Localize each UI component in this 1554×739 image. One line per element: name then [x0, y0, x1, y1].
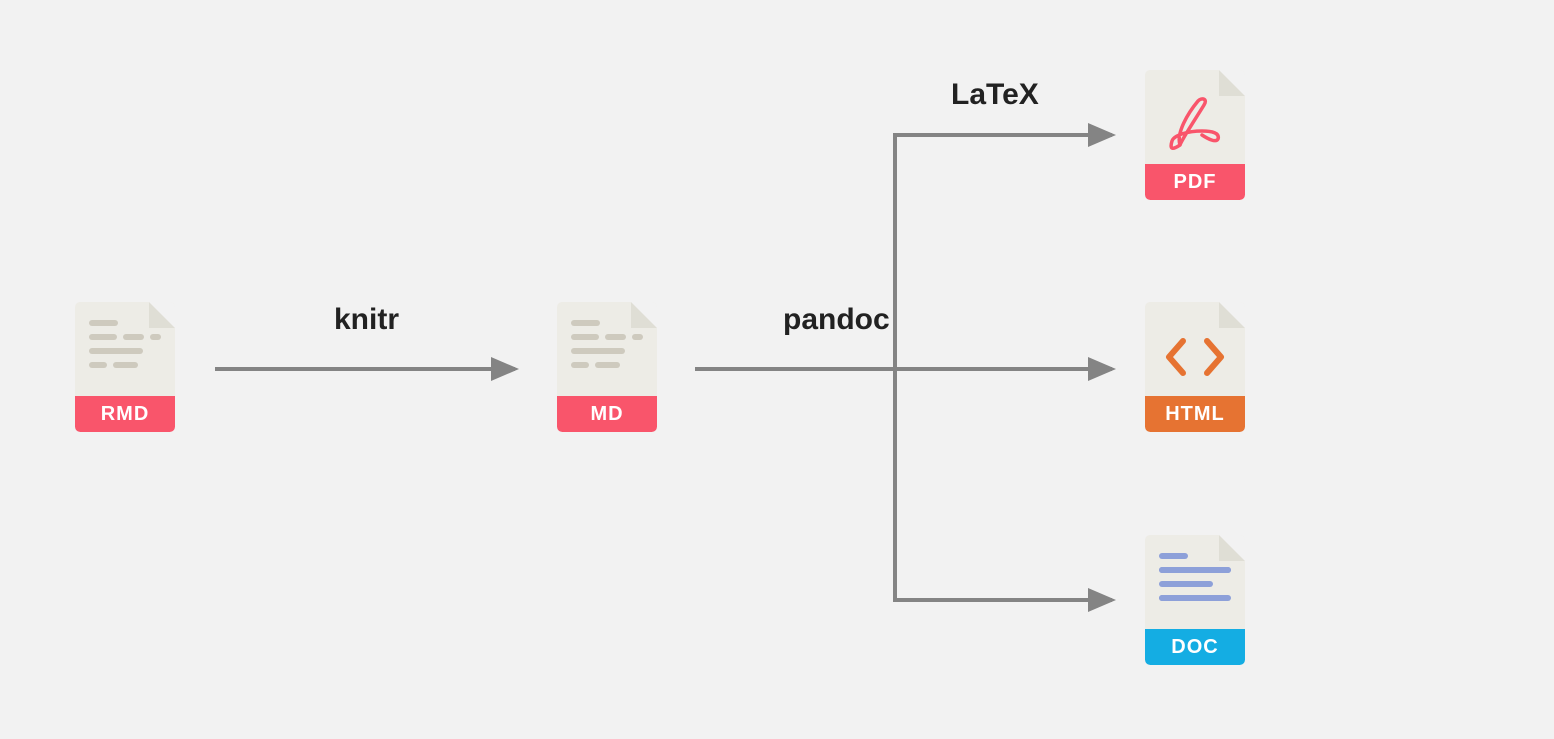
html-tag: HTML — [1145, 396, 1245, 432]
pdf-symbol-icon — [1145, 90, 1245, 160]
pandoc-label: pandoc — [783, 303, 890, 337]
pdf-file-icon: PDF — [1145, 70, 1245, 200]
rmd-file-icon: RMD — [75, 302, 175, 432]
md-tag: MD — [557, 396, 657, 432]
rmd-tag: RMD — [75, 396, 175, 432]
rmarkdown-pipeline-diagram: RMD MD — [0, 0, 1554, 739]
pdf-tag: PDF — [1145, 164, 1245, 200]
doc-tag: DOC — [1145, 629, 1245, 665]
doc-file-icon: DOC — [1145, 535, 1245, 665]
knitr-label: knitr — [334, 303, 399, 337]
latex-label: LaTeX — [951, 78, 1039, 112]
html-brackets-icon — [1145, 322, 1245, 392]
arrow-md-doc — [895, 369, 1112, 600]
html-file-icon: HTML — [1145, 302, 1245, 432]
md-file-icon: MD — [557, 302, 657, 432]
arrows-svg — [0, 0, 1554, 739]
arrow-md-pdf — [895, 135, 1112, 369]
